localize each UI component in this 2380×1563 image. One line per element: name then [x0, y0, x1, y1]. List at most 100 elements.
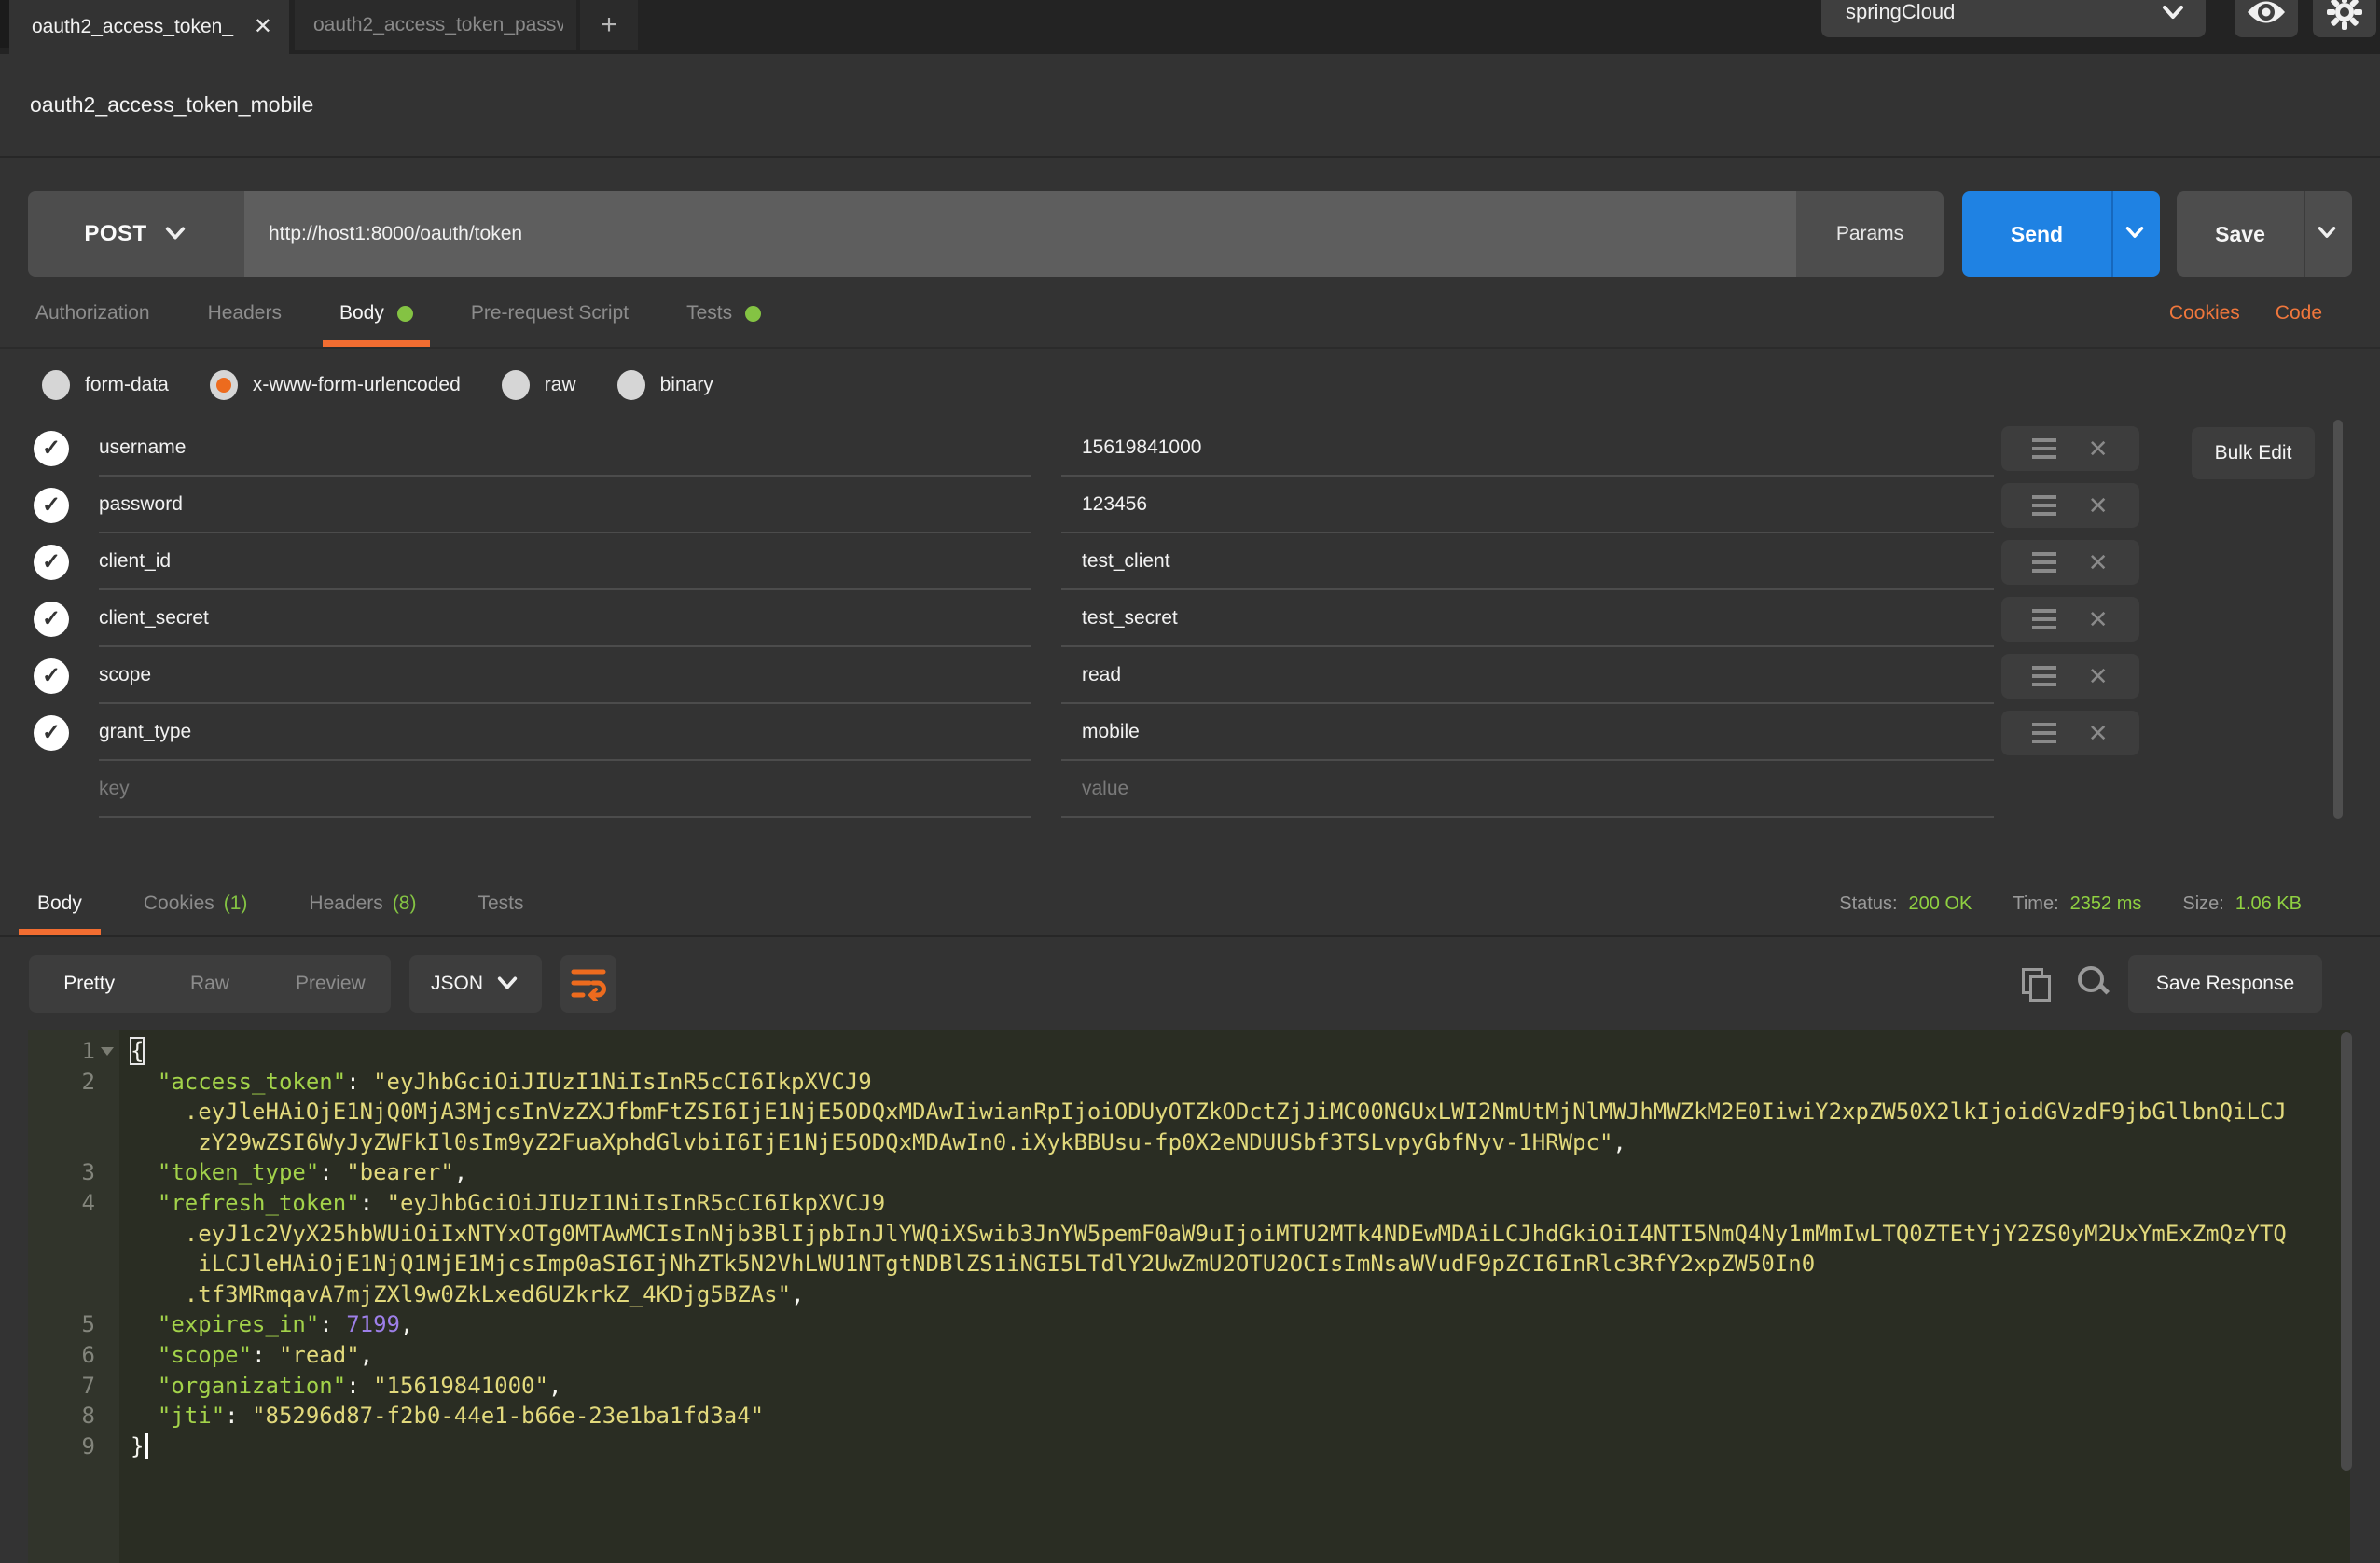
tab-body[interactable]: Body [339, 280, 413, 347]
kv-key-input[interactable]: password [99, 477, 1031, 533]
body-mode-raw[interactable]: raw [502, 370, 576, 400]
delete-row-icon[interactable]: ✕ [2088, 436, 2109, 461]
drag-handle-icon[interactable] [2032, 552, 2056, 573]
copy-response-button[interactable] [2022, 968, 2046, 998]
delete-row-icon[interactable]: ✕ [2088, 550, 2109, 574]
response-tab-headers[interactable]: Headers(8) [309, 872, 416, 935]
token-plain: : [319, 1159, 346, 1185]
code-link[interactable]: Code [2276, 302, 2322, 325]
kv-value-input[interactable]: test_secret [1061, 590, 1994, 647]
body-mode-binary[interactable]: binary [617, 370, 713, 400]
tab-authorization[interactable]: Authorization [35, 280, 150, 347]
environment-select[interactable]: springCloud [1821, 0, 2206, 37]
radio-icon[interactable] [42, 370, 70, 400]
kv-key-input[interactable]: grant_type [99, 704, 1031, 761]
delete-row-icon[interactable]: ✕ [2088, 664, 2109, 688]
delete-row-icon[interactable]: ✕ [2088, 721, 2109, 745]
response-tab-count: (1) [224, 892, 248, 915]
kv-value-input[interactable]: test_client [1061, 533, 1994, 590]
tab-headers[interactable]: Headers [208, 280, 282, 347]
kv-value-input[interactable]: mobile [1061, 704, 1994, 761]
line-number [28, 1127, 119, 1158]
send-options-button[interactable] [2111, 191, 2160, 277]
kv-key-input[interactable]: client_id [99, 533, 1031, 590]
view-pretty[interactable]: Pretty [29, 973, 149, 995]
drag-handle-icon[interactable] [2032, 438, 2056, 459]
response-body-viewer[interactable]: 1{2 "access_token": "eyJhbGciOiJIUzI1NiI… [28, 1030, 2350, 1563]
method-select[interactable]: POST [28, 191, 244, 277]
code-line: .eyJ1c2VyX25hbWUiOiIxNTYxOTg0MTAwMCIsInN… [28, 1219, 2350, 1250]
kv-value-input[interactable]: 15619841000 [1061, 420, 1994, 477]
new-tab-button[interactable]: + [580, 0, 638, 50]
line-number [28, 1279, 119, 1310]
response-tab-label: Tests [477, 892, 523, 915]
checkbox-checked-icon[interactable]: ✓ [34, 658, 69, 694]
code-line: 4 "refresh_token": "eyJhbGciOiJIUzI1NiIs… [28, 1188, 2350, 1219]
drag-handle-icon[interactable] [2032, 495, 2056, 516]
token-key: "refresh_token" [158, 1190, 360, 1216]
code-line: 7 "organization": "15619841000", [28, 1371, 2350, 1402]
kv-checkbox-cell: ✓ [0, 602, 99, 637]
drag-handle-icon[interactable] [2032, 666, 2056, 686]
drag-handle-icon[interactable] [2032, 723, 2056, 743]
body-mode-radios: form-data x-www-form-urlencoded raw binary [42, 354, 713, 416]
response-tab-body[interactable]: Body [37, 872, 82, 935]
radio-icon[interactable] [210, 370, 238, 400]
close-tab-icon[interactable]: ✕ [254, 16, 272, 38]
radio-icon[interactable] [617, 370, 645, 400]
code-text: "refresh_token": "eyJhbGciOiJIUzI1NiIsIn… [119, 1188, 885, 1219]
response-scrollbar[interactable] [2341, 1032, 2352, 1471]
tab-oauth2-access-token[interactable]: oauth2_access_token_ ✕ [9, 0, 289, 54]
save-response-button[interactable]: Save Response [2128, 955, 2322, 1013]
bulk-edit-button[interactable]: Bulk Edit [2192, 427, 2315, 479]
green-dot-icon [745, 306, 761, 322]
response-format-select[interactable]: JSON [409, 955, 542, 1013]
checkbox-checked-icon[interactable]: ✓ [34, 715, 69, 751]
kv-value-input[interactable]: 123456 [1061, 477, 1994, 533]
view-preview[interactable]: Preview [270, 973, 391, 995]
kv-key-input[interactable]: key [99, 761, 1031, 818]
code-text: { [119, 1036, 144, 1067]
params-button[interactable]: Params [1796, 191, 1944, 277]
settings-button[interactable] [2313, 0, 2376, 37]
url-input[interactable]: http://host1:8000/oauth/token [244, 191, 1796, 277]
environment-quicklook-button[interactable] [2235, 0, 2298, 37]
token-plain: : [319, 1311, 346, 1337]
checkbox-checked-icon[interactable]: ✓ [34, 431, 69, 466]
response-tab-tests[interactable]: Tests [477, 872, 523, 935]
delete-row-icon[interactable]: ✕ [2088, 607, 2109, 631]
body-mode-form-data[interactable]: form-data [42, 370, 169, 400]
fold-arrow-icon[interactable] [101, 1047, 114, 1056]
checkbox-checked-icon[interactable]: ✓ [34, 545, 69, 580]
kv-row-actions: ✕ [2001, 711, 2139, 755]
view-raw[interactable]: Raw [149, 973, 270, 995]
kv-value-input[interactable]: value [1061, 761, 1994, 818]
tab-tests[interactable]: Tests [686, 280, 761, 347]
body-mode-x-www-form-urlencoded[interactable]: x-www-form-urlencoded [210, 370, 461, 400]
token-str: zY29wZSI6WyJyZWFkIl0sIm9yZ2FuaXphdGlvbiI… [131, 1129, 1612, 1155]
tab-pre-request-script[interactable]: Pre-request Script [471, 280, 629, 347]
chevron-down-icon [2161, 0, 2185, 24]
kv-key-input[interactable]: scope [99, 647, 1031, 704]
kv-key-input[interactable]: username [99, 420, 1031, 477]
token-str: .eyJ1c2VyX25hbWUiOiIxNTYxOTg0MTAwMCIsInN… [131, 1221, 2287, 1247]
request-panel-scrollbar[interactable] [2333, 420, 2343, 819]
radio-icon[interactable] [502, 370, 530, 400]
wrap-text-button[interactable] [560, 955, 616, 1013]
delete-row-icon[interactable]: ✕ [2088, 493, 2109, 518]
send-button[interactable]: Send [1962, 191, 2111, 277]
meta-label: Status: [1839, 893, 1897, 915]
response-tab-cookies[interactable]: Cookies(1) [144, 872, 248, 935]
save-options-button[interactable] [2304, 191, 2352, 277]
drag-handle-icon[interactable] [2032, 609, 2056, 629]
checkbox-checked-icon[interactable]: ✓ [34, 602, 69, 637]
search-response-button[interactable] [2078, 966, 2110, 998]
token-num: 7199 [346, 1311, 400, 1337]
kv-row-actions: ✕ [2001, 426, 2139, 471]
kv-value-input[interactable]: read [1061, 647, 1994, 704]
save-button[interactable]: Save [2177, 191, 2304, 277]
checkbox-checked-icon[interactable]: ✓ [34, 488, 69, 523]
tab-oauth2-access-token-passv[interactable]: oauth2_access_token_passv [295, 0, 576, 50]
cookies-link[interactable]: Cookies [2169, 302, 2240, 325]
kv-key-input[interactable]: client_secret [99, 590, 1031, 647]
